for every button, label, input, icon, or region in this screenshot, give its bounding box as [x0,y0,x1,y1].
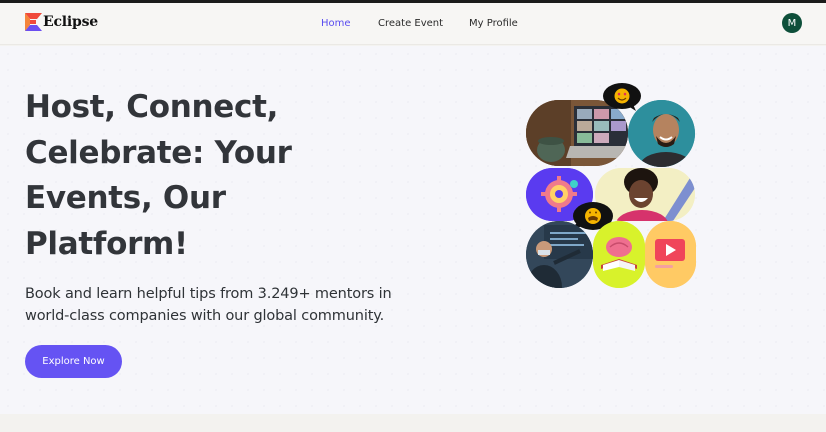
nav-link-my-profile[interactable]: My Profile [469,18,518,29]
presenter-whiteboard-photo [526,221,593,288]
brand-name: Eclipse [43,14,99,30]
nav-link-create-event[interactable]: Create Event [378,18,443,29]
top-navbar: Eclipse Home Create Event My Profile M [0,3,826,45]
headline-line: Celebrate: Your [25,134,292,171]
user-avatar[interactable]: M [782,13,802,33]
headline-line: Platform! [25,225,188,262]
subtext-line: world-class companies with our global co… [25,308,385,324]
hero-image-collage [520,78,700,293]
book-brain-illustration [593,221,645,288]
explore-now-button[interactable]: Explore Now [25,345,122,378]
brand-logo[interactable]: Eclipse [25,13,98,31]
page-bottom-band [0,414,826,432]
video-play-illustration [645,221,696,288]
hero-headline: Host, Connect, Celebrate: Your Events, O… [25,85,345,267]
hero-subtext: Book and learn helpful tips from 3.249+ … [25,283,425,327]
heart-eyes-emoji-bubble [602,82,642,112]
eclipse-logo-icon [25,13,42,31]
subtext-line: Book and learn helpful tips from 3.249+ … [25,286,392,302]
nav-link-home[interactable]: Home [321,18,351,29]
headline-line: Events, Our [25,180,226,216]
headline-line: Host, Connect, [25,89,279,125]
